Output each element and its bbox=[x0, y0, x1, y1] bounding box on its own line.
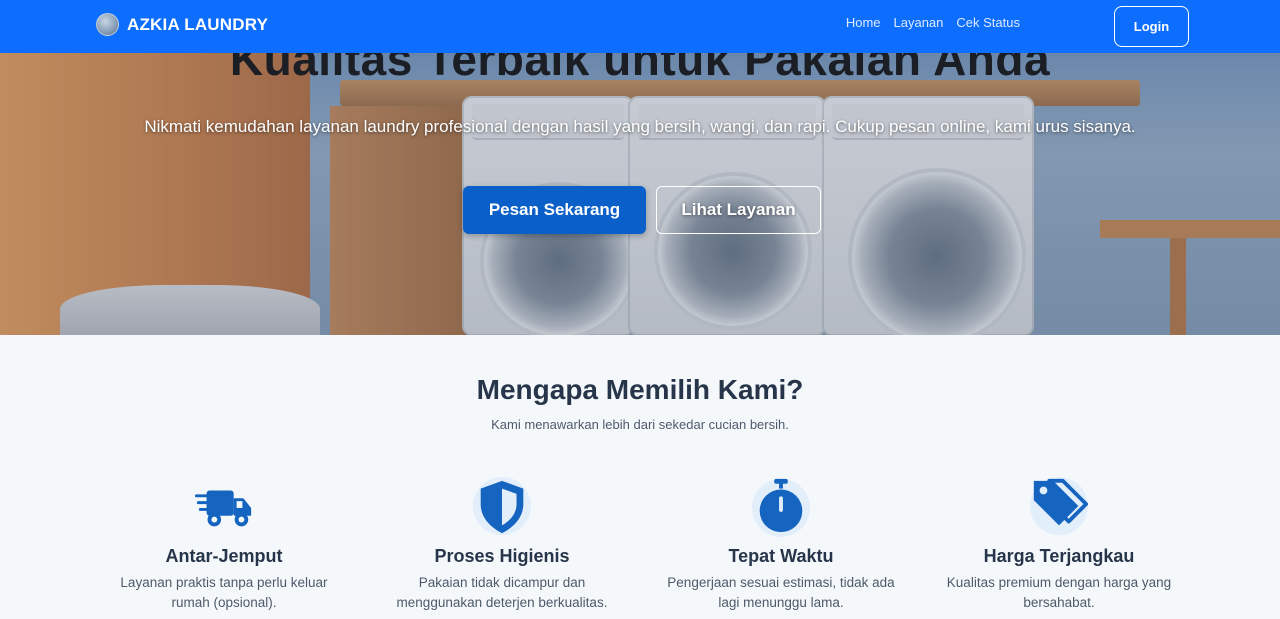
feature-description: Kualitas premium dengan harga yang bersa… bbox=[946, 575, 1172, 610]
navbar: AZKIA LAUNDRY Home Layanan Cek Status Lo… bbox=[0, 0, 1280, 53]
features-section: Mengapa Memilih Kami? Kami menawarkan le… bbox=[0, 335, 1280, 619]
feature-card-proses-higienis: Proses Higienis Pakaian tidak dicampur d… bbox=[372, 475, 632, 613]
feature-title: Proses Higienis bbox=[434, 546, 570, 566]
view-services-button[interactable]: Lihat Layanan bbox=[656, 186, 821, 234]
order-now-button[interactable]: Pesan Sekarang bbox=[463, 186, 646, 234]
nav-link-cek-status[interactable]: Cek Status bbox=[956, 15, 1020, 30]
feature-title: Harga Terjangkau bbox=[983, 546, 1135, 566]
feature-title: Antar-Jemput bbox=[165, 546, 283, 566]
brand[interactable]: AZKIA LAUNDRY bbox=[96, 13, 268, 36]
shield-icon bbox=[467, 475, 537, 537]
stopwatch-icon bbox=[746, 475, 816, 537]
nav-link-home[interactable]: Home bbox=[846, 15, 881, 30]
truck-icon bbox=[189, 475, 259, 537]
feature-description: Pengerjaan sesuai estimasi, tidak ada la… bbox=[667, 575, 895, 610]
feature-card-harga-terjangkau: Harga Terjangkau Kualitas premium dengan… bbox=[929, 475, 1189, 613]
feature-title: Tepat Waktu bbox=[728, 546, 834, 566]
feature-description: Pakaian tidak dicampur dan menggunakan d… bbox=[396, 575, 608, 610]
tags-icon bbox=[1024, 475, 1094, 537]
hero-subtitle: Nikmati kemudahan layanan laundry profes… bbox=[144, 117, 1136, 136]
feature-description: Layanan praktis tanpa perlu keluar rumah… bbox=[120, 575, 328, 610]
brand-name: AZKIA LAUNDRY bbox=[127, 14, 269, 34]
feature-card-antar-jemput: Antar-Jemput Layanan praktis tanpa perlu… bbox=[94, 475, 354, 613]
nav-link-layanan[interactable]: Layanan bbox=[894, 15, 944, 30]
nav-links: Home Layanan Cek Status bbox=[846, 15, 1020, 30]
brand-logo bbox=[96, 13, 119, 36]
features-title: Mengapa Memilih Kami? bbox=[476, 374, 804, 405]
feature-card-tepat-waktu: Tepat Waktu Pengerjaan sesuai estimasi, … bbox=[651, 475, 911, 613]
features-subtitle: Kami menawarkan lebih dari sekedar cucia… bbox=[491, 417, 789, 432]
login-button[interactable]: Login bbox=[1114, 6, 1189, 47]
